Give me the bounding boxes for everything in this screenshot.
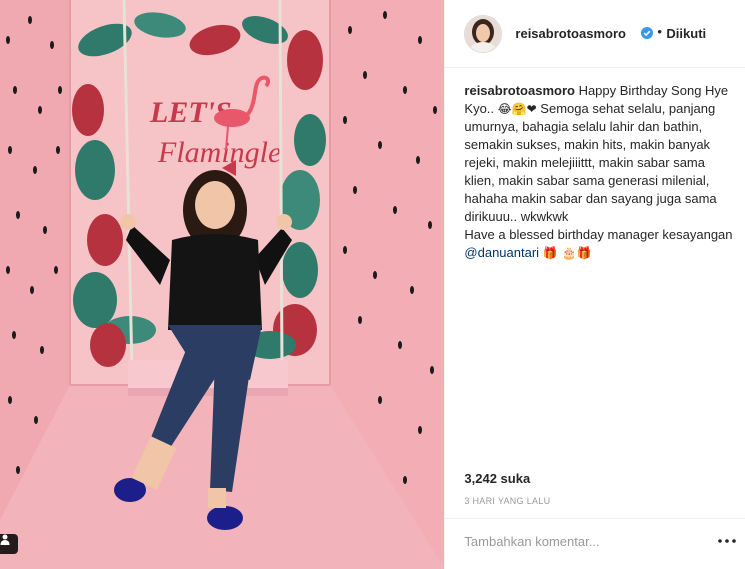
post-photo[interactable]: LET'S Flamingle xyxy=(0,0,446,569)
separator-dot: • xyxy=(657,24,662,39)
verified-badge-icon xyxy=(641,27,654,39)
caption-text-3: Have a blessed birthday manager kesayang… xyxy=(464,227,733,242)
post-side-panel: reisabrotoasmoro • Diikuti reisabrotoasm… xyxy=(445,0,745,569)
avatar-image xyxy=(465,16,502,52)
post-timestamp[interactable]: 3 HARI YANG LALU xyxy=(464,496,550,506)
caption-text-2: Semoga sehat selalu, panjang umurnya, ba… xyxy=(464,101,717,224)
avatar[interactable] xyxy=(464,15,503,53)
sign-line-2: Flamingle xyxy=(157,136,281,169)
photo-illustration: LET'S Flamingle xyxy=(0,0,445,569)
user-silhouette-icon xyxy=(0,534,10,545)
comment-bar xyxy=(445,518,745,564)
following-button[interactable]: Diikuti xyxy=(666,26,706,41)
caption-username[interactable]: reisabrotoasmoro xyxy=(464,83,575,98)
post-caption: reisabrotoasmoro Happy Birthday Song Hye… xyxy=(464,82,734,262)
mention-link[interactable]: @danuantari xyxy=(464,245,539,260)
likes-count[interactable]: 3,242 suka xyxy=(464,471,530,486)
more-options-icon[interactable] xyxy=(717,536,737,546)
caption-emoji-1: 😂🤗❤ xyxy=(497,102,537,116)
comment-input[interactable] xyxy=(464,531,695,551)
tagged-users-button[interactable] xyxy=(0,534,18,554)
post-header: reisabrotoasmoro • Diikuti xyxy=(445,0,745,68)
instagram-post: LET'S Flamingle reisabrotoasmoro • Diiku… xyxy=(0,0,745,569)
username-link[interactable]: reisabrotoasmoro xyxy=(515,26,626,41)
caption-emoji-2: 🎁 🎂🎁 xyxy=(539,246,592,260)
